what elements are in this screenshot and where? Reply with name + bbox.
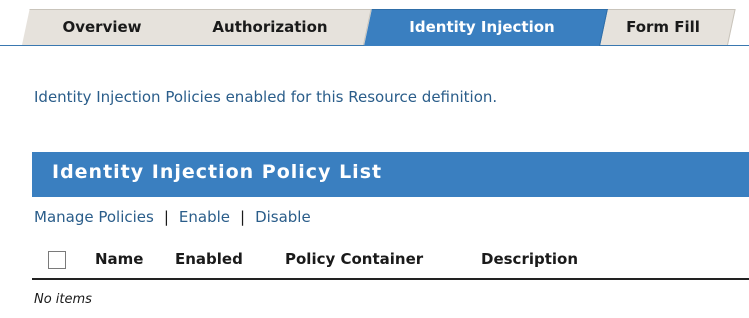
tab-authorization[interactable]: Authorization xyxy=(176,9,372,45)
manage-policies-link[interactable]: Manage Policies xyxy=(34,208,154,226)
intro-text: Identity Injection Policies enabled for … xyxy=(34,88,498,106)
column-name[interactable]: Name xyxy=(95,250,143,268)
enable-link[interactable]: Enable xyxy=(179,208,230,226)
column-description[interactable]: Description xyxy=(481,250,578,268)
table-header: Name Enabled Policy Container Descriptio… xyxy=(32,244,749,280)
tab-label: Form Fill xyxy=(626,18,700,36)
tab-form-fill[interactable]: Form Fill xyxy=(598,9,736,45)
tab-label: Overview xyxy=(62,18,142,36)
tab-label: Authorization xyxy=(212,18,328,36)
policy-list-header: Identity Injection Policy List xyxy=(32,152,749,197)
tab-identity-injection[interactable]: Identity Injection xyxy=(364,9,608,46)
action-links: Manage Policies | Enable | Disable xyxy=(34,208,311,226)
separator: | xyxy=(163,208,169,226)
panel-title: Identity Injection Policy List xyxy=(52,161,383,183)
column-policy-container[interactable]: Policy Container xyxy=(285,250,423,268)
tab-label: Identity Injection xyxy=(409,18,555,36)
tab-overview[interactable]: Overview xyxy=(22,9,190,45)
separator: | xyxy=(240,208,246,226)
disable-link[interactable]: Disable xyxy=(255,208,311,226)
tab-bar: Overview Authorization Form Fill Identit… xyxy=(0,0,749,46)
empty-state-text: No items xyxy=(34,292,92,307)
column-enabled[interactable]: Enabled xyxy=(175,250,243,268)
select-all-checkbox[interactable] xyxy=(48,251,66,269)
